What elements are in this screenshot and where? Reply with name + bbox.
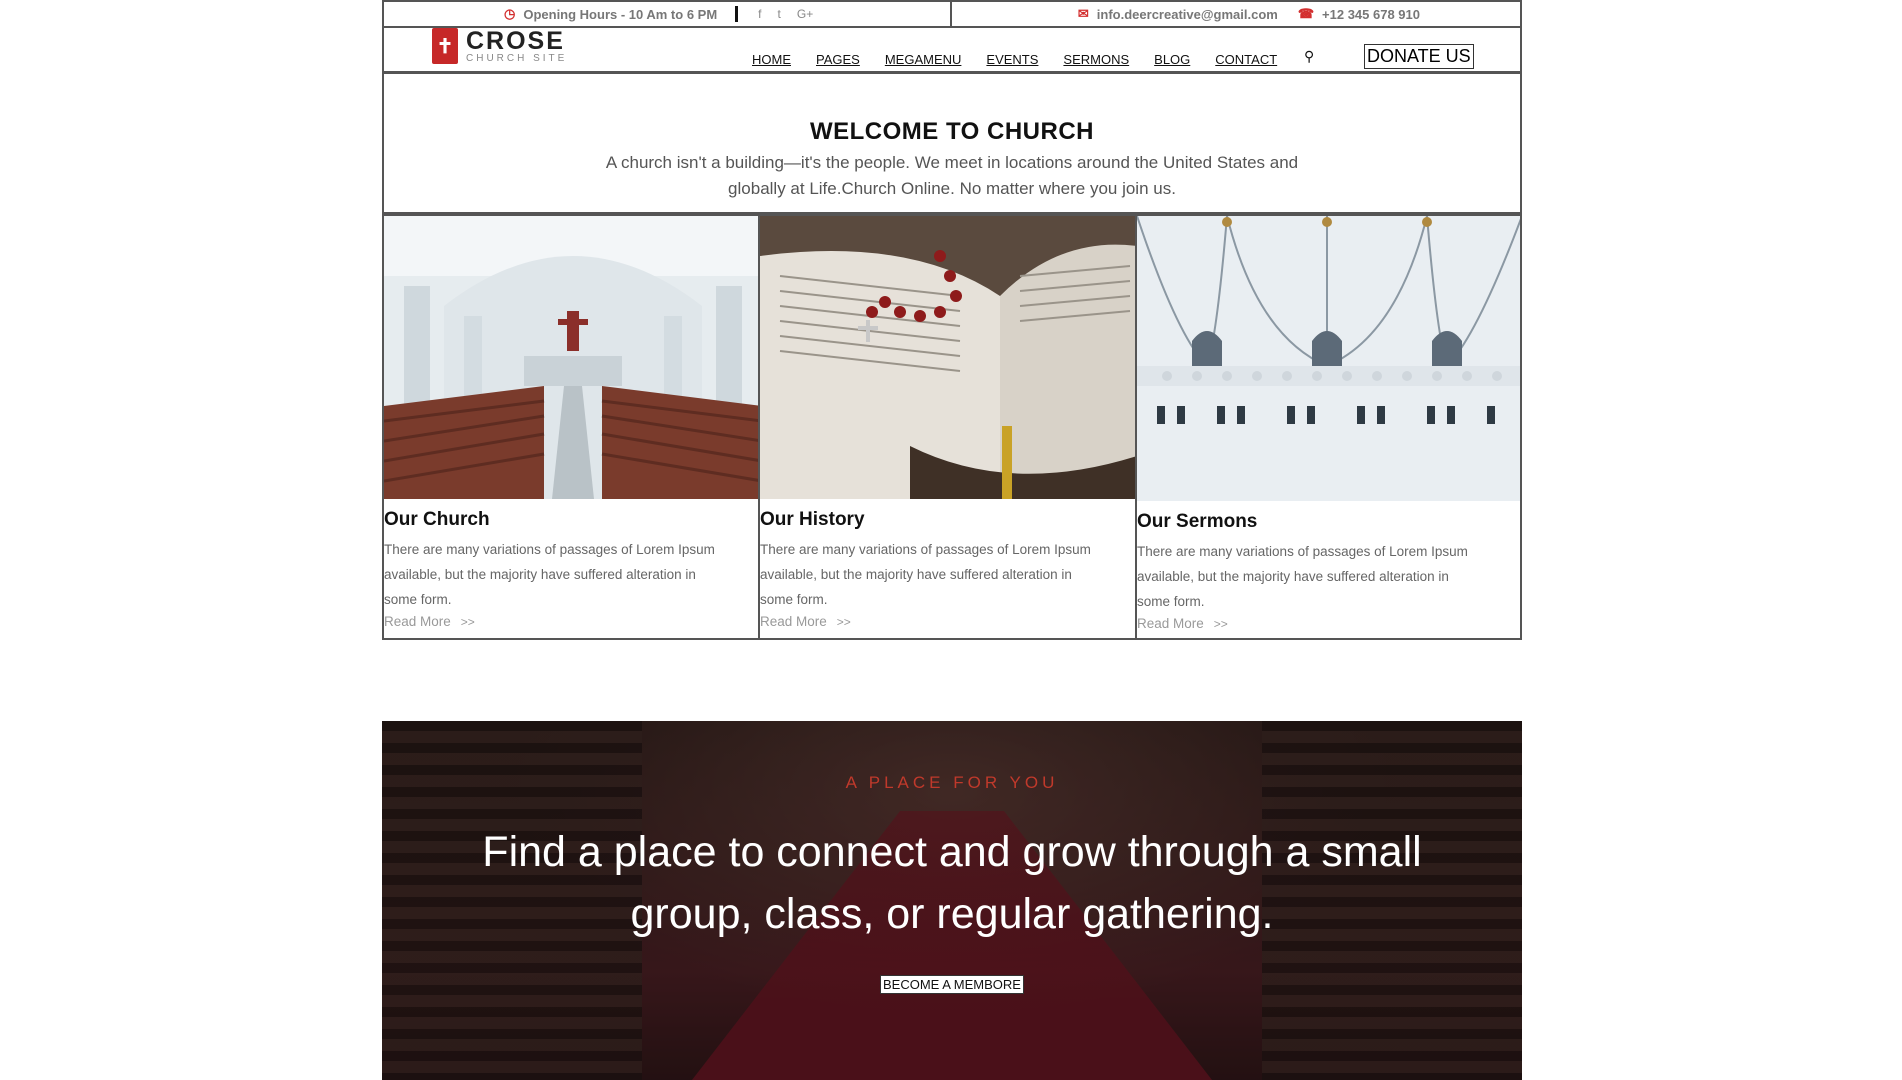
mail-icon: ✉ bbox=[1077, 6, 1089, 21]
chevron-right-icon: >> bbox=[460, 615, 475, 629]
membership-banner: A PLACE FOR YOU Find a place to connect … bbox=[382, 721, 1522, 1080]
read-more-label[interactable]: Read More bbox=[1137, 616, 1204, 631]
card-title: Our Church bbox=[384, 509, 490, 530]
read-more-label[interactable]: Read More bbox=[760, 614, 827, 629]
read-more-label[interactable]: Read More bbox=[384, 614, 451, 629]
become-member-button[interactable]: BECOME A MEMBORE bbox=[880, 975, 1024, 994]
welcome-section: WELCOME TO CHURCH A church isn't a build… bbox=[382, 74, 1522, 214]
cross-icon: ✝ bbox=[432, 28, 458, 64]
chevron-right-icon: >> bbox=[836, 615, 851, 629]
banner-eyebrow: A PLACE FOR YOU bbox=[845, 773, 1059, 792]
feature-cards: Our Church There are many variations of … bbox=[382, 214, 1522, 640]
opening-hours: Opening Hours - 10 Am to 6 PM bbox=[523, 6, 718, 22]
read-more-link[interactable]: Read More >> bbox=[384, 614, 758, 629]
contact-email[interactable]: info.deercreative@gmail.com bbox=[1097, 7, 1278, 22]
read-more-link[interactable]: Read More >> bbox=[1137, 616, 1520, 631]
nav-events[interactable]: EVENTS bbox=[986, 52, 1038, 67]
card-text: There are many variations of passages of… bbox=[1137, 544, 1468, 609]
divider bbox=[735, 6, 739, 22]
nav-blog[interactable]: BLOG bbox=[1154, 52, 1190, 67]
chevron-right-icon: >> bbox=[1213, 617, 1228, 631]
main-nav: HOME PAGES MEGAMENU EVENTS SERMONS BLOG … bbox=[752, 52, 1302, 67]
nav-home[interactable]: HOME bbox=[752, 52, 791, 67]
open-bible-image bbox=[760, 216, 1135, 499]
logo-subtitle: CHURCH SITE bbox=[466, 53, 568, 64]
nav-pages[interactable]: PAGES bbox=[816, 52, 860, 67]
card-title: Our Sermons bbox=[1137, 511, 1258, 532]
top-bar-right: ✉ info.deercreative@gmail.com ☎ +12 345 … bbox=[952, 0, 1522, 28]
read-more-link[interactable]: Read More >> bbox=[760, 614, 1135, 629]
church-interior-image bbox=[384, 216, 758, 499]
header: ✝ CROSE CHURCH SITE HOME PAGES MEGAMENU … bbox=[382, 26, 1522, 74]
banner-heading: Find a place to connect and grow through… bbox=[482, 828, 1422, 938]
nav-contact[interactable]: CONTACT bbox=[1215, 52, 1277, 67]
card-title: Our History bbox=[760, 509, 865, 530]
facebook-icon[interactable]: f bbox=[758, 7, 761, 21]
page: ◷ Opening Hours - 10 Am to 6 PM f t G+ ✉… bbox=[382, 0, 1522, 1080]
logo-title: CROSE bbox=[466, 27, 565, 55]
welcome-text: A church isn't a building—it's the peopl… bbox=[605, 153, 1299, 198]
cathedral-ceiling-image bbox=[1137, 216, 1520, 501]
nav-megamenu[interactable]: MEGAMENU bbox=[885, 52, 962, 67]
phone-icon: ☎ bbox=[1297, 6, 1315, 21]
search-icon[interactable]: ⚲ bbox=[1304, 48, 1314, 65]
card-our-sermons: Our Sermons There are many variations of… bbox=[1137, 214, 1522, 640]
top-bar-left: ◷ Opening Hours - 10 Am to 6 PM f t G+ bbox=[382, 0, 952, 28]
card-our-church: Our Church There are many variations of … bbox=[382, 214, 760, 640]
card-text: There are many variations of passages of… bbox=[384, 542, 715, 607]
card-our-history: Our History There are many variations of… bbox=[760, 214, 1137, 640]
google-plus-icon[interactable]: G+ bbox=[797, 7, 813, 21]
donate-button[interactable]: DONATE US bbox=[1364, 44, 1474, 69]
nav-sermons[interactable]: SERMONS bbox=[1063, 52, 1129, 67]
clock-icon: ◷ bbox=[504, 6, 516, 21]
contact-phone[interactable]: +12 345 678 910 bbox=[1322, 7, 1420, 22]
top-bar: ◷ Opening Hours - 10 Am to 6 PM f t G+ ✉… bbox=[382, 0, 1522, 28]
welcome-title: WELCOME TO CHURCH bbox=[809, 118, 1095, 145]
twitter-icon[interactable]: t bbox=[778, 7, 781, 21]
card-text: There are many variations of passages of… bbox=[760, 542, 1091, 607]
logo[interactable]: ✝ CROSE CHURCH SITE bbox=[432, 28, 567, 64]
